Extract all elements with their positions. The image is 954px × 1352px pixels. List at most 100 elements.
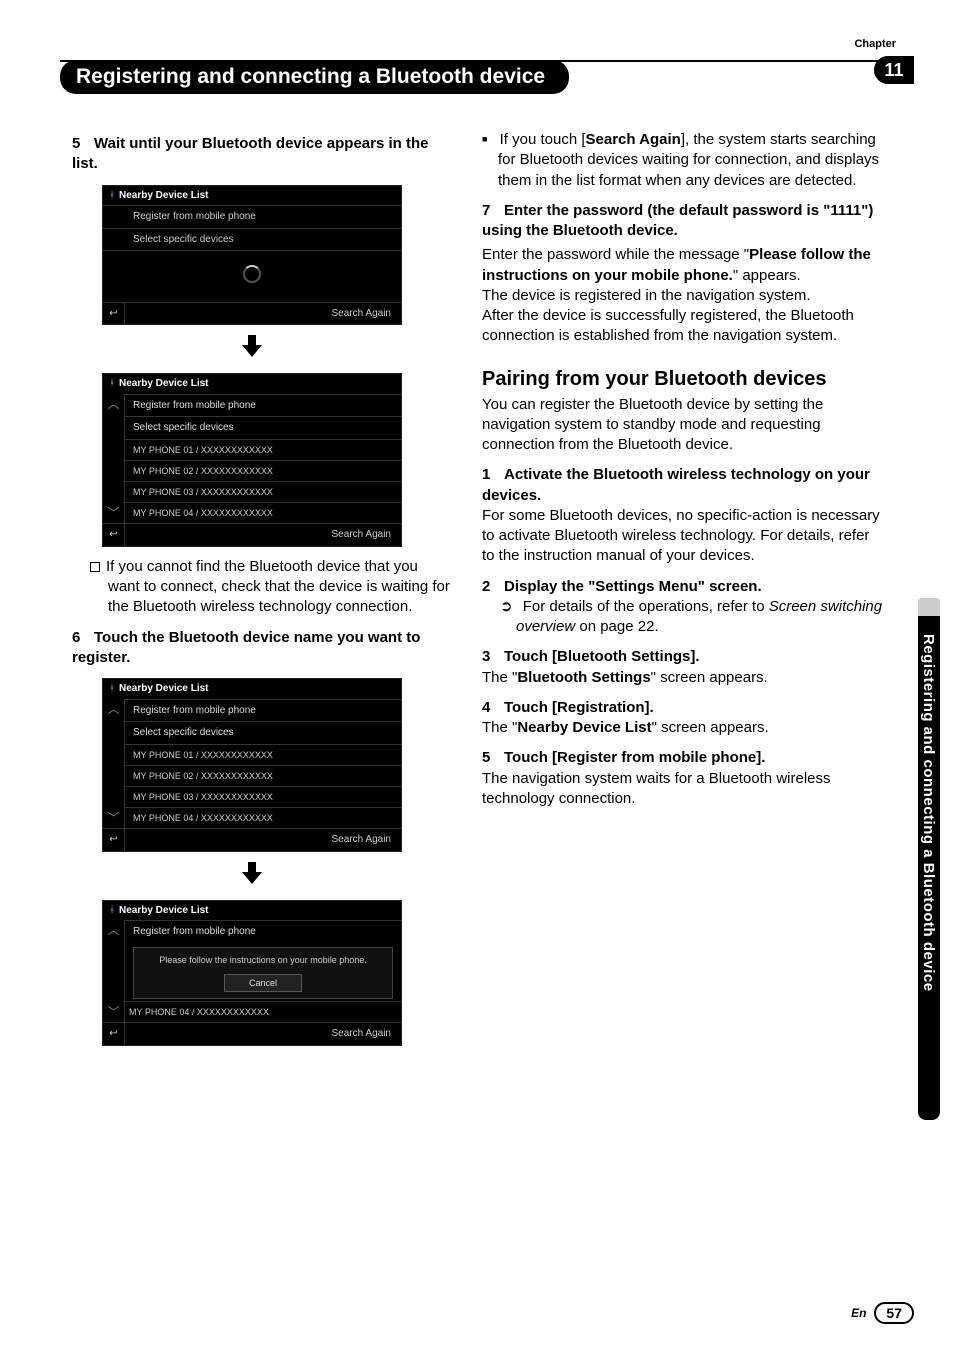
search-again-button[interactable]: Search Again: [322, 1023, 402, 1045]
pair-step-2-ref: For details of the operations, refer to …: [482, 597, 884, 638]
pair-step-5-heading: 5Touch [Register from mobile phone].: [482, 748, 884, 768]
select-specific-row[interactable]: Select specific devices: [103, 228, 401, 251]
register-from-mobile-row[interactable]: Register from mobile phone: [125, 699, 401, 722]
search-again-button[interactable]: Search Again: [322, 524, 402, 546]
scroll-up-button[interactable]: ︿: [107, 703, 119, 715]
step-7-para-2: The device is registered in the navigati…: [482, 286, 884, 306]
screenshot-nearby-list-select: ᚼ Nearby Device List ︿ ﹀ Register from m…: [102, 678, 402, 852]
scroll-down-button[interactable]: ﹀: [107, 507, 119, 519]
screenshot-nearby-list-waiting: ᚼ Nearby Device List ︿ ﹀ Register from m…: [102, 900, 402, 1046]
step-5-note: If you cannot find the Bluetooth device …: [72, 557, 452, 618]
step-text: Touch the Bluetooth device name you want…: [72, 629, 420, 666]
bluetooth-icon: ᚼ: [109, 682, 115, 696]
pairing-intro: You can register the Bluetooth device by…: [482, 395, 884, 456]
note-text: If you cannot find the Bluetooth device …: [106, 558, 450, 616]
step-text: Touch [Register from mobile phone].: [504, 749, 765, 766]
instruction-modal: Please follow the instructions on your m…: [133, 947, 393, 999]
header-title: Registering and connecting a Bluetooth d…: [60, 60, 569, 94]
step-text: Enter the password (the default password…: [482, 202, 873, 239]
step-number: 6: [72, 628, 94, 648]
page-footer: En 57: [851, 1302, 914, 1324]
step-7-para-1: Enter the password while the message "Pl…: [482, 245, 884, 286]
side-tab-handle: [918, 598, 940, 618]
step-number: 5: [72, 134, 94, 154]
step-text: Wait until your Bluetooth device appears…: [72, 135, 428, 172]
panel-title: Nearby Device List: [119, 189, 209, 203]
step-text: Display the "Settings Menu" screen.: [504, 578, 762, 595]
pair-step-2-heading: 2Display the "Settings Menu" screen.: [482, 577, 884, 597]
pair-step-5-para: The navigation system waits for a Blueto…: [482, 769, 884, 810]
page-header: Chapter Registering and connecting a Blu…: [60, 60, 914, 92]
step-5-heading: 5Wait until your Bluetooth device appear…: [72, 134, 452, 175]
device-row[interactable]: MY PHONE 01 / XXXXXXXXXXXX: [125, 439, 401, 460]
chapter-label: Chapter: [854, 38, 896, 50]
step-7-para-3: After the device is successfully registe…: [482, 306, 884, 347]
screenshot-nearby-list-results: ᚼ Nearby Device List ︿ ﹀ Register from m…: [102, 373, 402, 547]
select-specific-row[interactable]: Select specific devices: [125, 416, 401, 439]
footer-lang: En: [851, 1306, 866, 1320]
header-title-text: Registering and connecting a Bluetooth d…: [76, 65, 545, 89]
back-button[interactable]: ↩: [103, 303, 125, 325]
flow-arrow-icon: [102, 862, 402, 890]
modal-text: Please follow the instructions on your m…: [138, 954, 388, 966]
step-number: 5: [482, 748, 504, 768]
device-row[interactable]: MY PHONE 04 / XXXXXXXXXXXX: [125, 807, 401, 828]
pair-step-3-para: The "Bluetooth Settings" screen appears.: [482, 668, 884, 688]
note-bullet-icon: [90, 562, 100, 572]
bluetooth-icon: ᚼ: [109, 377, 115, 391]
bluetooth-icon: ᚼ: [109, 904, 115, 918]
select-specific-row[interactable]: Select specific devices: [125, 721, 401, 744]
search-again-button[interactable]: Search Again: [322, 829, 402, 851]
device-row[interactable]: MY PHONE 02 / XXXXXXXXXXXX: [125, 460, 401, 481]
step-number: 3: [482, 647, 504, 667]
pair-step-1-para: For some Bluetooth devices, no specific-…: [482, 506, 884, 567]
step-number: 1: [482, 465, 504, 485]
pair-step-3-heading: 3Touch [Bluetooth Settings].: [482, 647, 884, 667]
scroll-up-button[interactable]: ︿: [107, 398, 119, 410]
register-from-mobile-row[interactable]: Register from mobile phone: [125, 920, 401, 943]
search-again-button[interactable]: Search Again: [322, 303, 402, 325]
side-tab-text: Registering and connecting a Bluetooth d…: [920, 634, 937, 992]
panel-title: Nearby Device List: [119, 682, 209, 696]
step-number: 2: [482, 577, 504, 597]
screenshot-nearby-list-searching: ᚼ Nearby Device List Register from mobil…: [102, 185, 402, 326]
device-row[interactable]: MY PHONE 03 / XXXXXXXXXXXX: [125, 786, 401, 807]
scroll-down-button[interactable]: ﹀: [107, 1006, 119, 1018]
pair-step-4-heading: 4Touch [Registration].: [482, 698, 884, 718]
flow-arrow-icon: [102, 335, 402, 363]
back-button[interactable]: ↩: [103, 829, 125, 851]
step-text: Touch [Registration].: [504, 699, 654, 716]
back-button[interactable]: ↩: [103, 524, 125, 546]
pair-step-4-para: The "Nearby Device List" screen appears.: [482, 718, 884, 738]
right-column: If you touch [Search Again], the system …: [482, 130, 914, 1292]
device-row[interactable]: MY PHONE 04 / XXXXXXXXXXXX: [125, 502, 401, 523]
loading-spinner: [103, 250, 401, 302]
side-tab: Registering and connecting a Bluetooth d…: [918, 610, 940, 1120]
device-row[interactable]: MY PHONE 01 / XXXXXXXXXXXX: [125, 744, 401, 765]
step-text: Touch [Bluetooth Settings].: [504, 648, 700, 665]
footer-page-number: 57: [874, 1302, 914, 1324]
device-row: MY PHONE 04 / XXXXXXXXXXXX: [125, 1001, 401, 1022]
cancel-button[interactable]: Cancel: [224, 974, 302, 992]
side-tab-body: Registering and connecting a Bluetooth d…: [918, 616, 940, 1120]
device-row[interactable]: MY PHONE 03 / XXXXXXXXXXXX: [125, 481, 401, 502]
register-from-mobile-row[interactable]: Register from mobile phone: [125, 394, 401, 417]
step-number: 7: [482, 201, 504, 221]
register-from-mobile-row[interactable]: Register from mobile phone: [103, 205, 401, 228]
scroll-up-button[interactable]: ︿: [107, 924, 119, 936]
step-7-heading: 7Enter the password (the default passwor…: [482, 201, 884, 242]
left-column: 5Wait until your Bluetooth device appear…: [72, 130, 452, 1292]
step-number: 4: [482, 698, 504, 718]
panel-title: Nearby Device List: [119, 904, 209, 918]
bluetooth-icon: ᚼ: [109, 189, 115, 203]
device-row[interactable]: MY PHONE 02 / XXXXXXXXXXXX: [125, 765, 401, 786]
search-again-note: If you touch [Search Again], the system …: [482, 130, 884, 191]
chapter-number-badge: 11: [874, 56, 914, 84]
pairing-heading: Pairing from your Bluetooth devices: [482, 367, 884, 391]
panel-title: Nearby Device List: [119, 377, 209, 391]
step-text: Activate the Bluetooth wireless technolo…: [482, 466, 870, 503]
step-6-heading: 6Touch the Bluetooth device name you wan…: [72, 628, 452, 669]
pair-step-1-heading: 1Activate the Bluetooth wireless technol…: [482, 465, 884, 506]
scroll-down-button[interactable]: ﹀: [107, 812, 119, 824]
back-button[interactable]: ↩: [103, 1023, 125, 1045]
